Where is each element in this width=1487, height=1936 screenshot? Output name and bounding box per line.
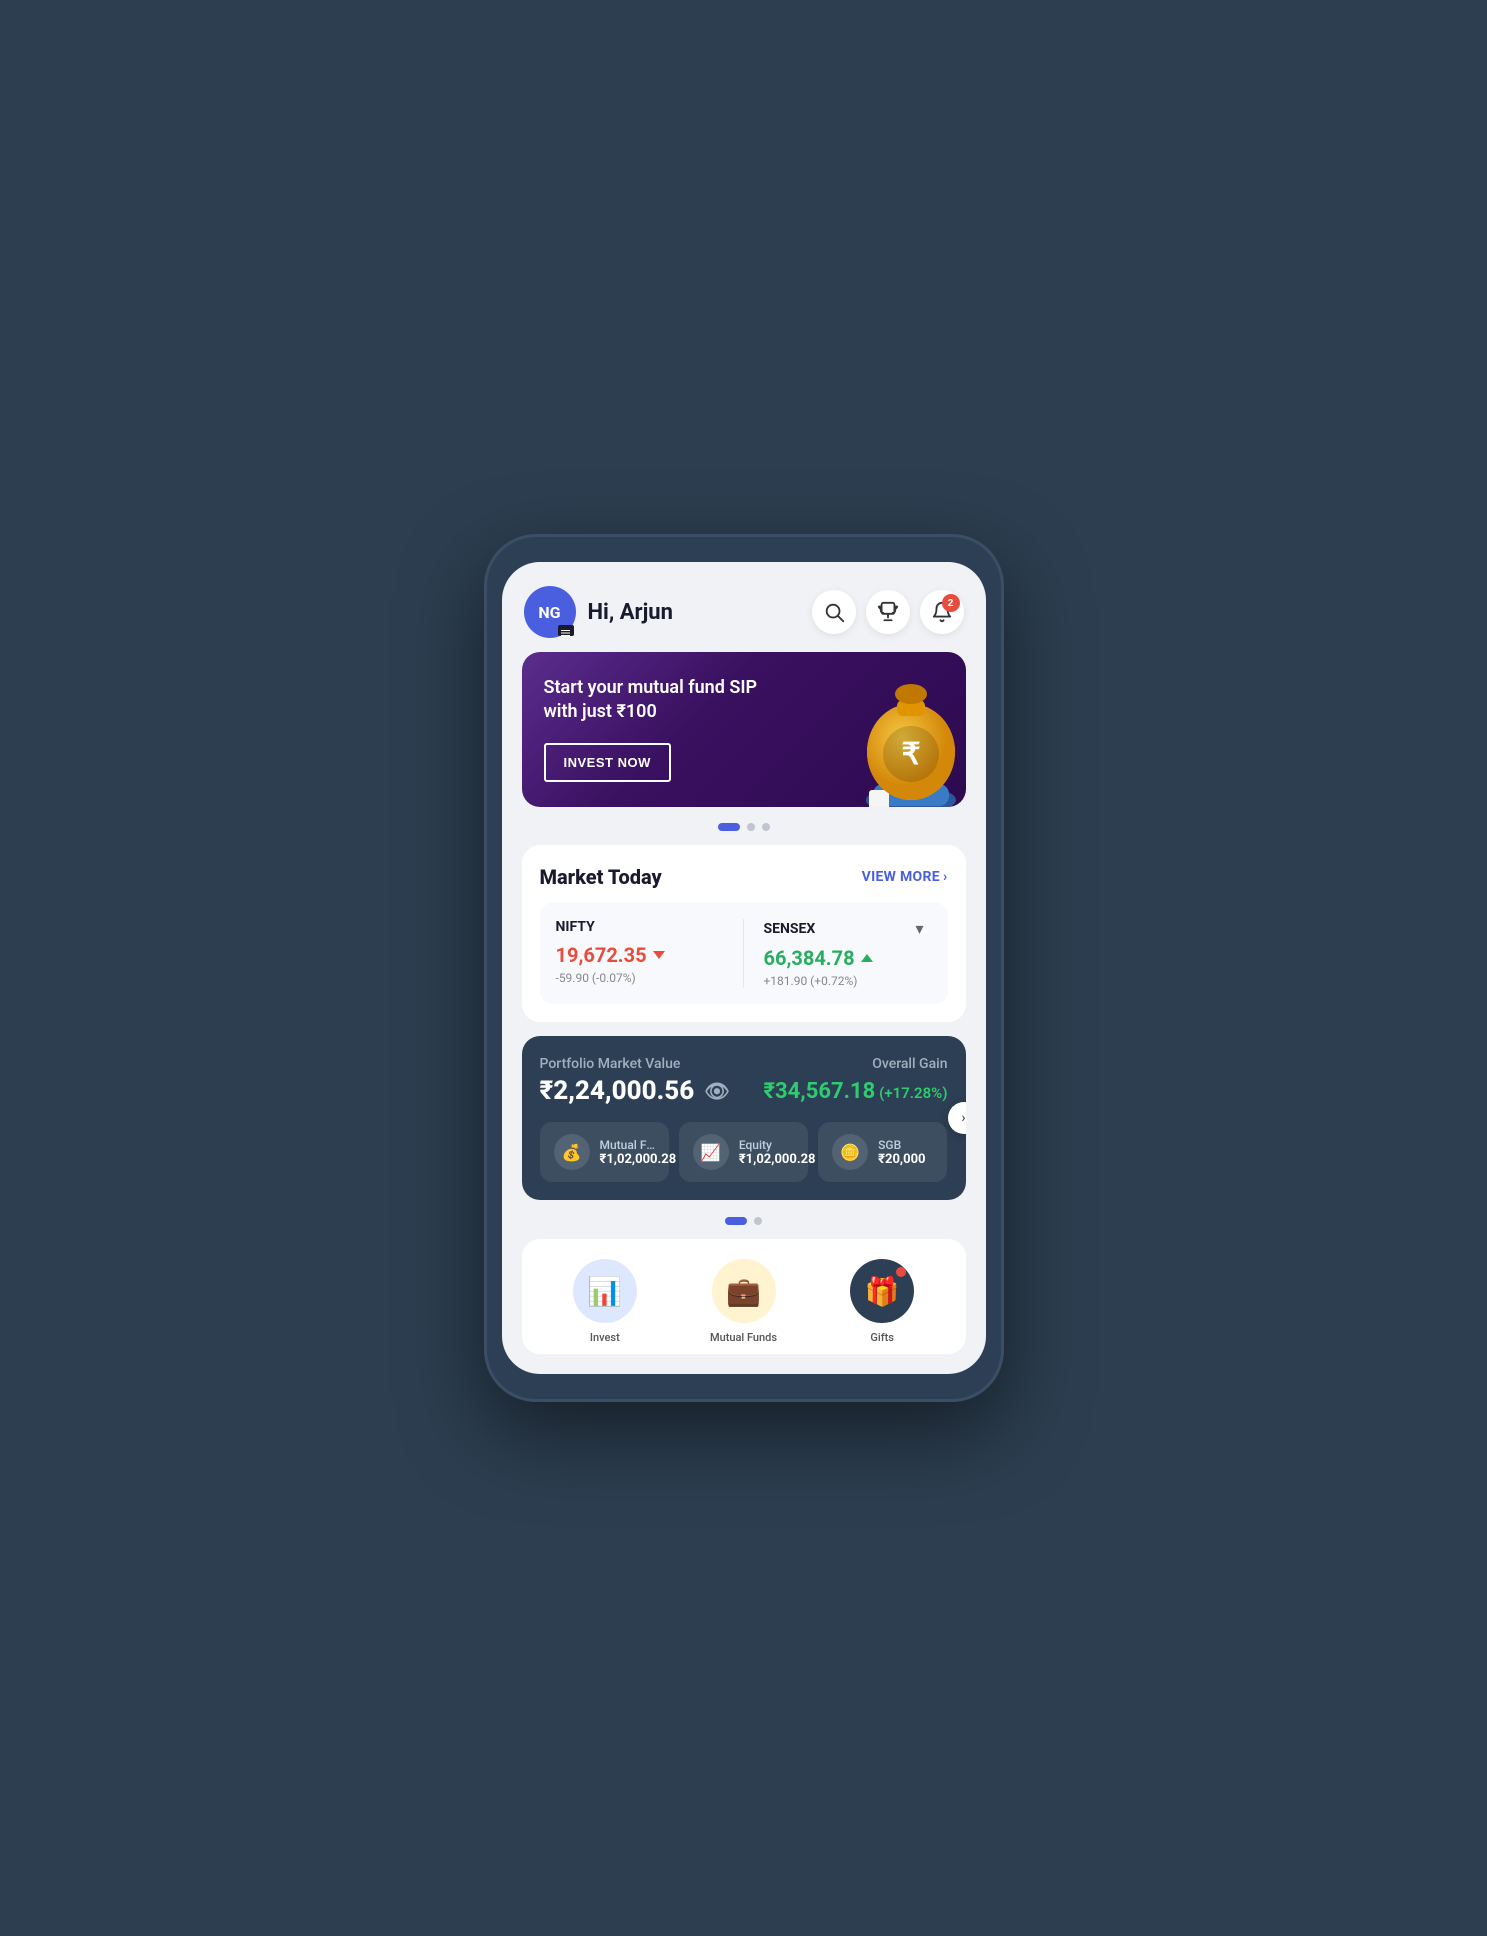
view-more-button[interactable]: VIEW MORE › <box>862 869 948 885</box>
nifty-value: 19,672.35 <box>556 943 735 967</box>
invest-icon-item[interactable]: 📊 Invest <box>540 1259 671 1344</box>
portfolio-gain-label: Overall Gain <box>872 1056 947 1072</box>
equity-info: Equity ₹1,02,000.28 <box>739 1138 794 1167</box>
dot-3[interactable] <box>762 823 770 831</box>
equity-name: Equity <box>739 1138 794 1152</box>
nifty-change: -59.90 (-0.07%) <box>556 971 735 985</box>
gifts-icon-item[interactable]: 🎁 Gifts <box>817 1259 948 1344</box>
nifty-down-arrow <box>653 951 665 959</box>
promo-banner: Start your mutual fund SIP with just ₹10… <box>522 652 966 807</box>
nifty-label: NIFTY <box>556 919 595 935</box>
notification-button[interactable]: 2 <box>920 590 964 634</box>
dot-2[interactable] <box>747 823 755 831</box>
mutual-funds-icon-circle: 💼 <box>712 1259 776 1323</box>
portfolio-main-value: ₹2,24,000.56 👁 <box>540 1076 730 1106</box>
gifts-label: Gifts <box>870 1331 894 1344</box>
header: NG Hi, Arjun <box>522 586 966 638</box>
phone-frame: NG Hi, Arjun <box>484 534 1004 1402</box>
search-icon <box>823 601 845 623</box>
portfolio-next-arrow[interactable]: › <box>948 1102 966 1134</box>
market-grid: NIFTY 19,672.35 -59.90 (-0.07%) SENSEX ▾ <box>540 903 948 1004</box>
portfolio-gain-value: ₹34,567.18 (+17.28%) <box>763 1079 947 1104</box>
portfolio-values: ₹2,24,000.56 👁 ₹34,567.18 (+17.28%) <box>540 1076 948 1106</box>
portfolio-dot-2[interactable] <box>754 1217 762 1225</box>
sensex-item: SENSEX ▾ 66,384.78 +181.90 (+0.72%) <box>744 919 932 988</box>
gifts-icon-circle: 🎁 <box>850 1259 914 1323</box>
mutual-funds-sub-card[interactable]: 💰 Mutual Funds ₹1,02,000.28 <box>540 1122 669 1182</box>
invest-now-button[interactable]: INVEST NOW <box>544 743 671 782</box>
trophy-icon <box>877 601 899 623</box>
sensex-change: +181.90 (+0.72%) <box>764 974 924 988</box>
invest-label: Invest <box>590 1331 620 1344</box>
mutual-funds-value: ₹1,02,000.28 <box>600 1152 655 1167</box>
portfolio-card: Portfolio Market Value Overall Gain ₹2,2… <box>522 1036 966 1200</box>
gain-percent: (+17.28%) <box>879 1084 947 1102</box>
dot-1[interactable] <box>718 823 740 831</box>
equity-icon: 📈 <box>693 1134 729 1170</box>
invest-chart-icon: 📊 <box>587 1275 622 1308</box>
header-icons: 2 <box>812 590 964 634</box>
portfolio-sub-cards: 💰 Mutual Funds ₹1,02,000.28 📈 Equity ₹1,… <box>540 1122 948 1182</box>
header-left: NG Hi, Arjun <box>524 586 673 638</box>
money-bag-illustration: ₹ <box>821 672 966 807</box>
gain-amount: ₹34,567.18 <box>763 1079 875 1104</box>
bottom-icons-section: 📊 Invest 💼 Mutual Funds 🎁 Gifts <box>522 1239 966 1354</box>
portfolio-label: Portfolio Market Value <box>540 1056 681 1072</box>
banner-content: Start your mutual fund SIP with just ₹10… <box>544 676 765 782</box>
market-today-card: Market Today VIEW MORE › NIFTY 19,672.35 <box>522 845 966 1022</box>
menu-icon <box>558 625 574 636</box>
gifts-icon: 🎁 <box>865 1275 900 1308</box>
invest-icon-circle: 📊 <box>573 1259 637 1323</box>
portfolio-section: Portfolio Market Value Overall Gain ₹2,2… <box>522 1036 966 1200</box>
market-title: Market Today <box>540 865 662 889</box>
mutual-funds-icon: 💰 <box>554 1134 590 1170</box>
market-header: Market Today VIEW MORE › <box>540 865 948 889</box>
equity-sub-card[interactable]: 📈 Equity ₹1,02,000.28 <box>679 1122 808 1182</box>
portfolio-header: Portfolio Market Value Overall Gain <box>540 1056 948 1072</box>
portfolio-carousel-dots <box>522 1217 966 1225</box>
search-button[interactable] <box>812 590 856 634</box>
notification-badge: 2 <box>942 594 960 612</box>
sgb-name: SGB <box>878 1138 925 1152</box>
eye-icon[interactable]: 👁 <box>704 1079 729 1103</box>
nifty-item: NIFTY 19,672.35 -59.90 (-0.07%) <box>556 919 744 988</box>
sensex-value: 66,384.78 <box>764 946 924 970</box>
sgb-icon: 🪙 <box>832 1134 868 1170</box>
bottom-icons-row: 📊 Invest 💼 Mutual Funds 🎁 Gifts <box>540 1259 948 1344</box>
mutual-funds-info: Mutual Funds ₹1,02,000.28 <box>600 1138 655 1167</box>
mutual-funds-name: Mutual Funds <box>600 1138 655 1152</box>
mutual-funds-icon-item[interactable]: 💼 Mutual Funds <box>678 1259 809 1344</box>
mutual-funds-bag-icon: 💼 <box>726 1275 761 1308</box>
sensex-up-arrow <box>861 954 873 962</box>
banner-carousel-dots <box>522 823 966 831</box>
gifts-notification-dot <box>896 1267 906 1277</box>
portfolio-dot-1[interactable] <box>725 1217 747 1225</box>
banner-title: Start your mutual fund SIP with just ₹10… <box>544 676 765 725</box>
avatar[interactable]: NG <box>524 586 576 638</box>
svg-text:₹: ₹ <box>901 738 920 771</box>
mutual-funds-icon-label: Mutual Funds <box>710 1331 777 1344</box>
phone-screen: NG Hi, Arjun <box>502 562 986 1374</box>
nifty-header: NIFTY <box>556 919 735 935</box>
trophy-button[interactable] <box>866 590 910 634</box>
sensex-header: SENSEX ▾ <box>764 919 924 938</box>
sensex-label: SENSEX <box>764 921 816 937</box>
sgb-sub-card[interactable]: 🪙 SGB ₹20,000 <box>818 1122 947 1182</box>
sgb-info: SGB ₹20,000 <box>878 1138 925 1167</box>
sgb-value: ₹20,000 <box>878 1152 925 1167</box>
equity-value: ₹1,02,000.28 <box>739 1152 794 1167</box>
greeting-text: Hi, Arjun <box>588 600 673 625</box>
sensex-chevron-down-icon[interactable]: ▾ <box>915 919 923 938</box>
